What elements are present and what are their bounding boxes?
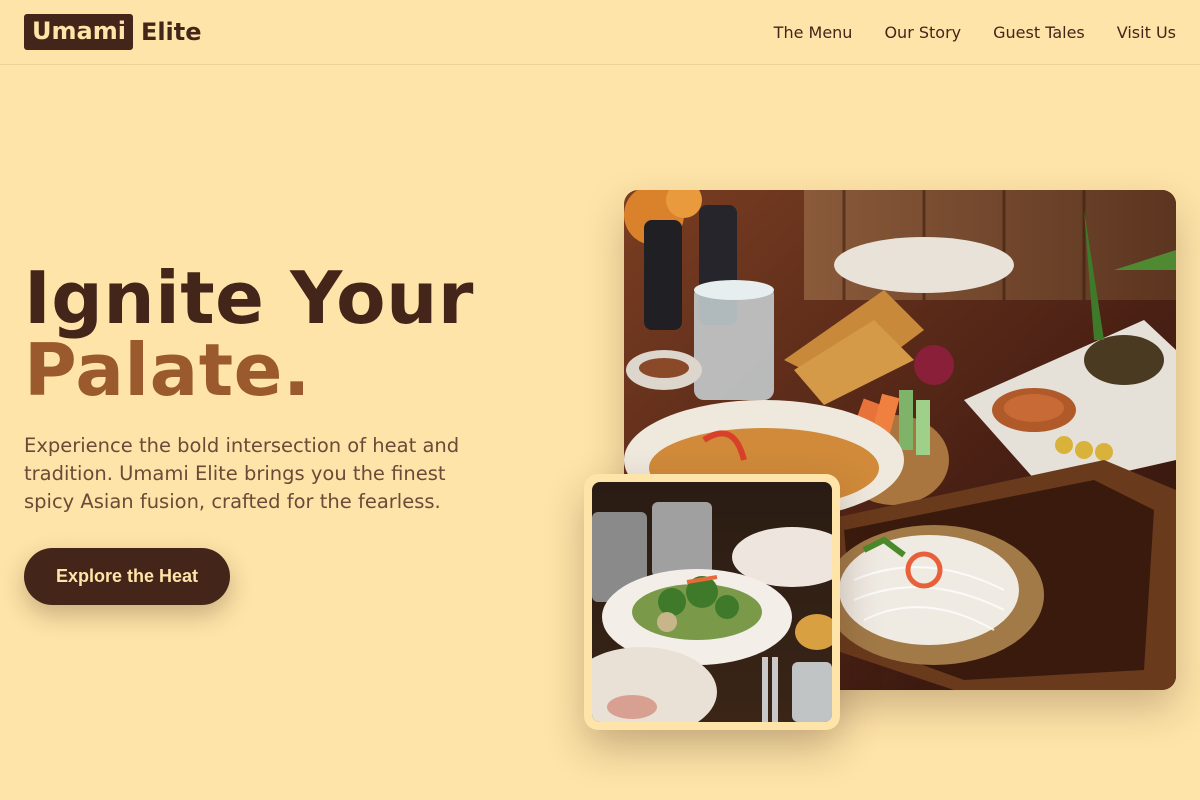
- brand-text: Elite: [140, 18, 202, 46]
- inset-image-frame: [584, 474, 840, 730]
- brand-logo[interactable]: Umami Elite: [24, 14, 202, 50]
- page: Umami Elite The Menu Our Story Guest Tal…: [0, 0, 1200, 800]
- explore-heat-button[interactable]: Explore the Heat: [24, 548, 231, 605]
- nav-item-visit-us[interactable]: Visit Us: [1117, 23, 1176, 42]
- hero-section: Ignite Your Palate. Experience the bold …: [24, 262, 544, 605]
- main-nav: The Menu Our Story Guest Tales Visit Us: [774, 23, 1176, 42]
- nav-item-our-story[interactable]: Our Story: [884, 23, 961, 42]
- hero-title-line1: Ignite Your: [24, 256, 474, 340]
- nav-item-menu[interactable]: The Menu: [774, 23, 853, 42]
- inset-food-image: [592, 482, 832, 722]
- salad-plate-illustration: [592, 482, 832, 722]
- hero-title-line2: Palate.: [24, 328, 311, 412]
- hero-title: Ignite Your Palate.: [24, 262, 544, 406]
- brand-box-text: Umami: [24, 14, 133, 50]
- nav-item-guest-tales[interactable]: Guest Tales: [993, 23, 1085, 42]
- site-header: Umami Elite The Menu Our Story Guest Tal…: [0, 0, 1200, 65]
- hero-description: Experience the bold intersection of heat…: [24, 434, 460, 513]
